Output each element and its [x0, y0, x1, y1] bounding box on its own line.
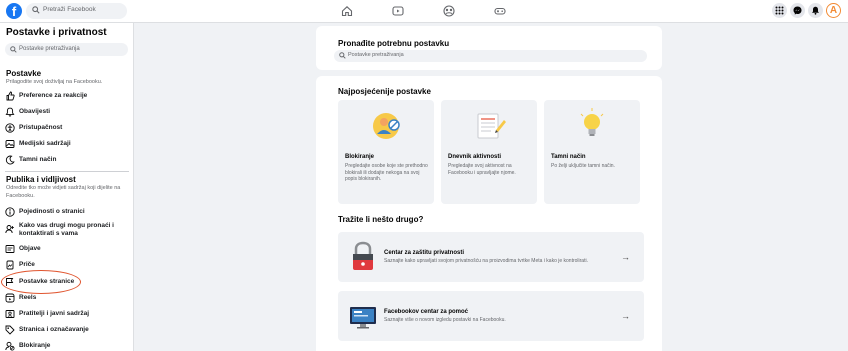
posts-icon	[5, 245, 15, 253]
top-navigation-bar: f Pretraži Facebook A	[0, 0, 848, 23]
section-desc-postavke: Prilagodite svoj doživljaj na Facebooku.	[6, 79, 103, 85]
followers-icon	[5, 310, 15, 318]
sidebar-item-reaction-preferences[interactable]: Preference za reakcije	[5, 88, 129, 104]
search-icon	[10, 46, 17, 53]
tag-icon	[5, 325, 15, 335]
privacy-center-row[interactable]: Centar za zaštitu privatnosti Saznajte k…	[338, 232, 644, 282]
sidebar-item-page-details[interactable]: Pojedinosti o stranici	[5, 204, 129, 220]
row-desc: Saznajte kako upravljati svojom privatno…	[384, 258, 588, 264]
section-desc-publika: Odredite tko može vidjeti sadržaj koji d…	[6, 185, 121, 199]
arrow-right-icon: →	[621, 252, 630, 262]
sidebar-item-label: Obavijesti	[19, 108, 51, 115]
sidebar-item-dark-mode[interactable]: Tamni način	[5, 152, 129, 168]
monitor-illustration	[350, 307, 376, 329]
sidebar-title: Postavke i privatnost	[6, 27, 107, 38]
sidebar-item-posts[interactable]: Objave	[5, 241, 129, 257]
blocking-illustration	[373, 113, 400, 139]
accessibility-icon	[5, 123, 15, 133]
tile-activity-log[interactable]: Dnevnik aktivnosti Pregledajte svoj akti…	[441, 100, 537, 204]
lightbulb-illustration	[580, 108, 604, 136]
activity-log-illustration	[477, 113, 506, 139]
sidebar-item-media[interactable]: Medijski sadržaji	[5, 136, 129, 152]
find-setting-search-input[interactable]: Postavke pretraživanja	[334, 50, 647, 62]
sidebar-item-label: Kako vas drugi mogu pronaći i kontaktira…	[19, 222, 114, 237]
find-setting-title: Pronađite potrebnu postavku	[338, 39, 450, 48]
menu-grid-icon	[775, 6, 784, 15]
row-desc: Saznajte više o novom izgledu postavki n…	[384, 317, 506, 323]
row-title: Centar za zaštitu privatnosti	[384, 250, 465, 256]
padlock-illustration	[353, 241, 373, 270]
search-placeholder: Postavke pretraživanja	[348, 52, 404, 58]
tile-desc: Pregledajte svoj aktivnost na Facebooku …	[448, 163, 516, 176]
media-icon	[5, 140, 15, 148]
notifications-button[interactable]	[808, 3, 823, 18]
search-placeholder: Pretraži Facebook	[43, 6, 96, 13]
sidebar-item-how-people-find-you[interactable]: Kako vas drugi mogu pronaći i kontaktira…	[5, 221, 129, 239]
search-icon	[339, 52, 346, 59]
sidebar-item-label: Preference za reakcije	[19, 92, 88, 99]
reels-icon	[5, 293, 15, 303]
something-else-title: Tražite li nešto drugo?	[338, 215, 424, 224]
contact-icon	[5, 225, 14, 234]
sidebar-item-label: Blokiranje	[19, 342, 51, 349]
search-placeholder: Postavke pretraživanja	[19, 45, 80, 52]
video-icon[interactable]	[392, 5, 404, 17]
help-center-row[interactable]: Facebookov centar za pomoć Saznajte više…	[338, 291, 644, 341]
sidebar-item-label: Pratitelji i javni sadržaj	[19, 310, 90, 317]
section-title-publika: Publika i vidljivost	[6, 175, 76, 184]
tile-desc: Pregledajte osobe koje ste prethodno blo…	[345, 163, 428, 182]
tile-dark-mode[interactable]: Tamni način Po želji uključite tamni nač…	[544, 100, 640, 204]
stories-icon	[6, 260, 14, 270]
tile-desc: Po želji uključite tamni način.	[551, 163, 615, 169]
sidebar-item-label: Pristupačnost	[19, 124, 63, 131]
frequent-settings-card: Najposjećenije postavke Blokiranje Pregl…	[316, 76, 662, 351]
block-icon	[5, 341, 15, 351]
settings-sidebar: Postavke i privatnost Postavke pretraživ…	[0, 23, 134, 351]
sidebar-item-label: Pojedinosti o stranici	[19, 208, 85, 215]
sidebar-item-notifications[interactable]: Obavijesti	[5, 104, 129, 120]
section-divider	[5, 171, 129, 172]
sidebar-item-followers[interactable]: Pratitelji i javni sadržaj	[5, 306, 129, 322]
frequent-settings-title: Najposjećenije postavke	[338, 87, 431, 96]
sidebar-item-label: Priče	[19, 261, 35, 268]
arrow-right-icon: →	[621, 311, 630, 321]
bell-icon	[5, 107, 15, 117]
search-icon	[32, 6, 40, 14]
tile-title: Tamni način	[551, 154, 586, 160]
row-title: Facebookov centar za pomoć	[384, 309, 469, 315]
sidebar-item-label: Objave	[19, 245, 41, 252]
groups-icon[interactable]	[443, 5, 455, 17]
info-icon	[5, 207, 15, 217]
sidebar-item-label: Stranica i označavanje	[19, 326, 89, 333]
tile-title: Dnevnik aktivnosti	[448, 154, 502, 160]
facebook-logo[interactable]: f	[6, 3, 22, 19]
find-setting-card: Pronađite potrebnu postavku Postavke pre…	[316, 26, 662, 70]
facebook-search-input[interactable]: Pretraži Facebook	[26, 3, 127, 19]
settings-search-input[interactable]: Postavke pretraživanja	[5, 43, 128, 56]
gaming-icon[interactable]	[494, 5, 506, 17]
notifications-icon	[812, 6, 819, 15]
home-icon[interactable]	[341, 5, 353, 17]
sidebar-item-blocking[interactable]: Blokiranje	[5, 338, 129, 351]
menu-grid-button[interactable]	[772, 3, 787, 18]
messenger-button[interactable]	[790, 3, 805, 18]
tile-title: Blokiranje	[345, 154, 375, 160]
avatar[interactable]: A	[826, 3, 841, 18]
sidebar-item-reels[interactable]: Reels	[5, 290, 129, 306]
tile-blocking[interactable]: Blokiranje Pregledajte osobe koje ste pr…	[338, 100, 434, 204]
sidebar-item-tagging[interactable]: Stranica i označavanje	[5, 322, 129, 338]
sidebar-item-label: Tamni način	[19, 156, 57, 163]
section-title-postavke: Postavke	[6, 69, 42, 78]
sidebar-item-accessibility[interactable]: Pristupačnost	[5, 120, 129, 136]
moon-icon	[5, 155, 15, 165]
sidebar-item-label: Reels	[19, 294, 37, 301]
reactions-icon	[6, 91, 15, 101]
sidebar-item-label: Medijski sadržaji	[19, 140, 71, 147]
messenger-icon	[793, 6, 802, 15]
